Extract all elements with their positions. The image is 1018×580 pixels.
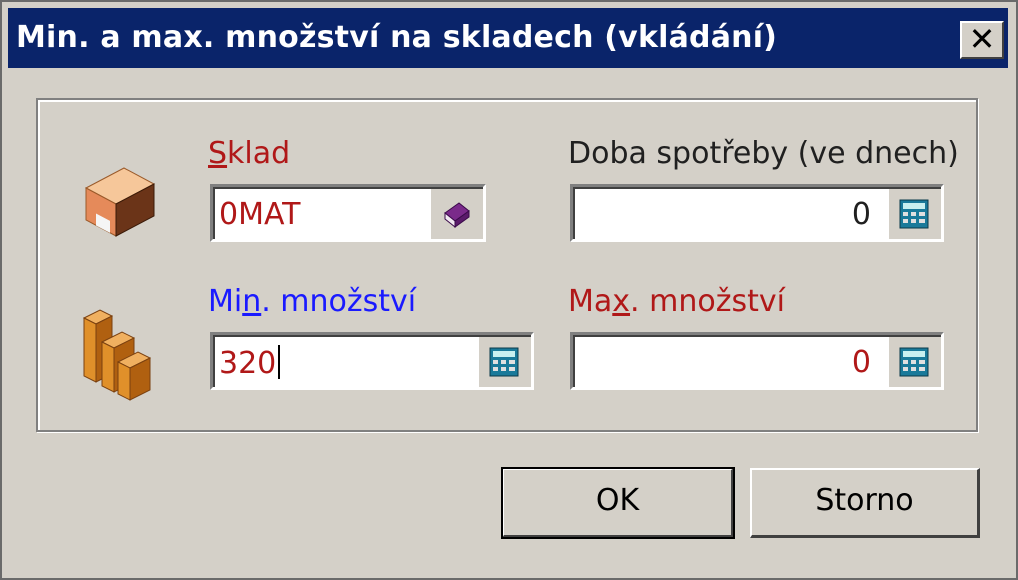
max-calculator-button[interactable] [889, 337, 941, 387]
close-button[interactable]: ✕ [960, 21, 1004, 59]
dialog-window: Min. a max. množství na skladech (vkládá… [0, 0, 1018, 580]
min-calculator-button[interactable] [479, 337, 531, 387]
doba-input[interactable]: 0 [570, 184, 944, 242]
storno-button[interactable]: Storno [750, 468, 980, 538]
sklad-input[interactable]: 0MAT [210, 184, 486, 242]
calculator-icon [899, 347, 929, 377]
min-input[interactable]: 320 [210, 332, 534, 390]
window-title: Min. a max. množství na skladech (vkládá… [16, 20, 778, 55]
calculator-icon [489, 347, 519, 377]
min-value: 320 [219, 345, 281, 381]
ok-button[interactable]: OK [501, 467, 735, 539]
doba-calculator-button[interactable] [889, 189, 941, 239]
close-icon: ✕ [968, 20, 996, 58]
doba-label: Doba spotřeby (ve dnech) [568, 136, 959, 171]
sklad-value: 0MAT [219, 197, 301, 232]
warehouse-box-icon [84, 167, 156, 237]
max-value: 0 [851, 345, 871, 380]
title-bar[interactable]: Min. a max. množství na skladech (vkládá… [8, 8, 1008, 68]
book-icon [444, 202, 470, 229]
sklad-lookup-button[interactable] [431, 189, 483, 239]
calculator-icon [899, 199, 929, 229]
doba-value: 0 [851, 197, 871, 232]
text-caret [278, 345, 281, 379]
max-label: Max. množství [568, 284, 785, 319]
stacked-boxes-icon [82, 309, 152, 401]
min-label: Min. množství [208, 284, 417, 319]
sklad-label: Sklad [208, 136, 291, 171]
max-input[interactable]: 0 [570, 332, 944, 390]
